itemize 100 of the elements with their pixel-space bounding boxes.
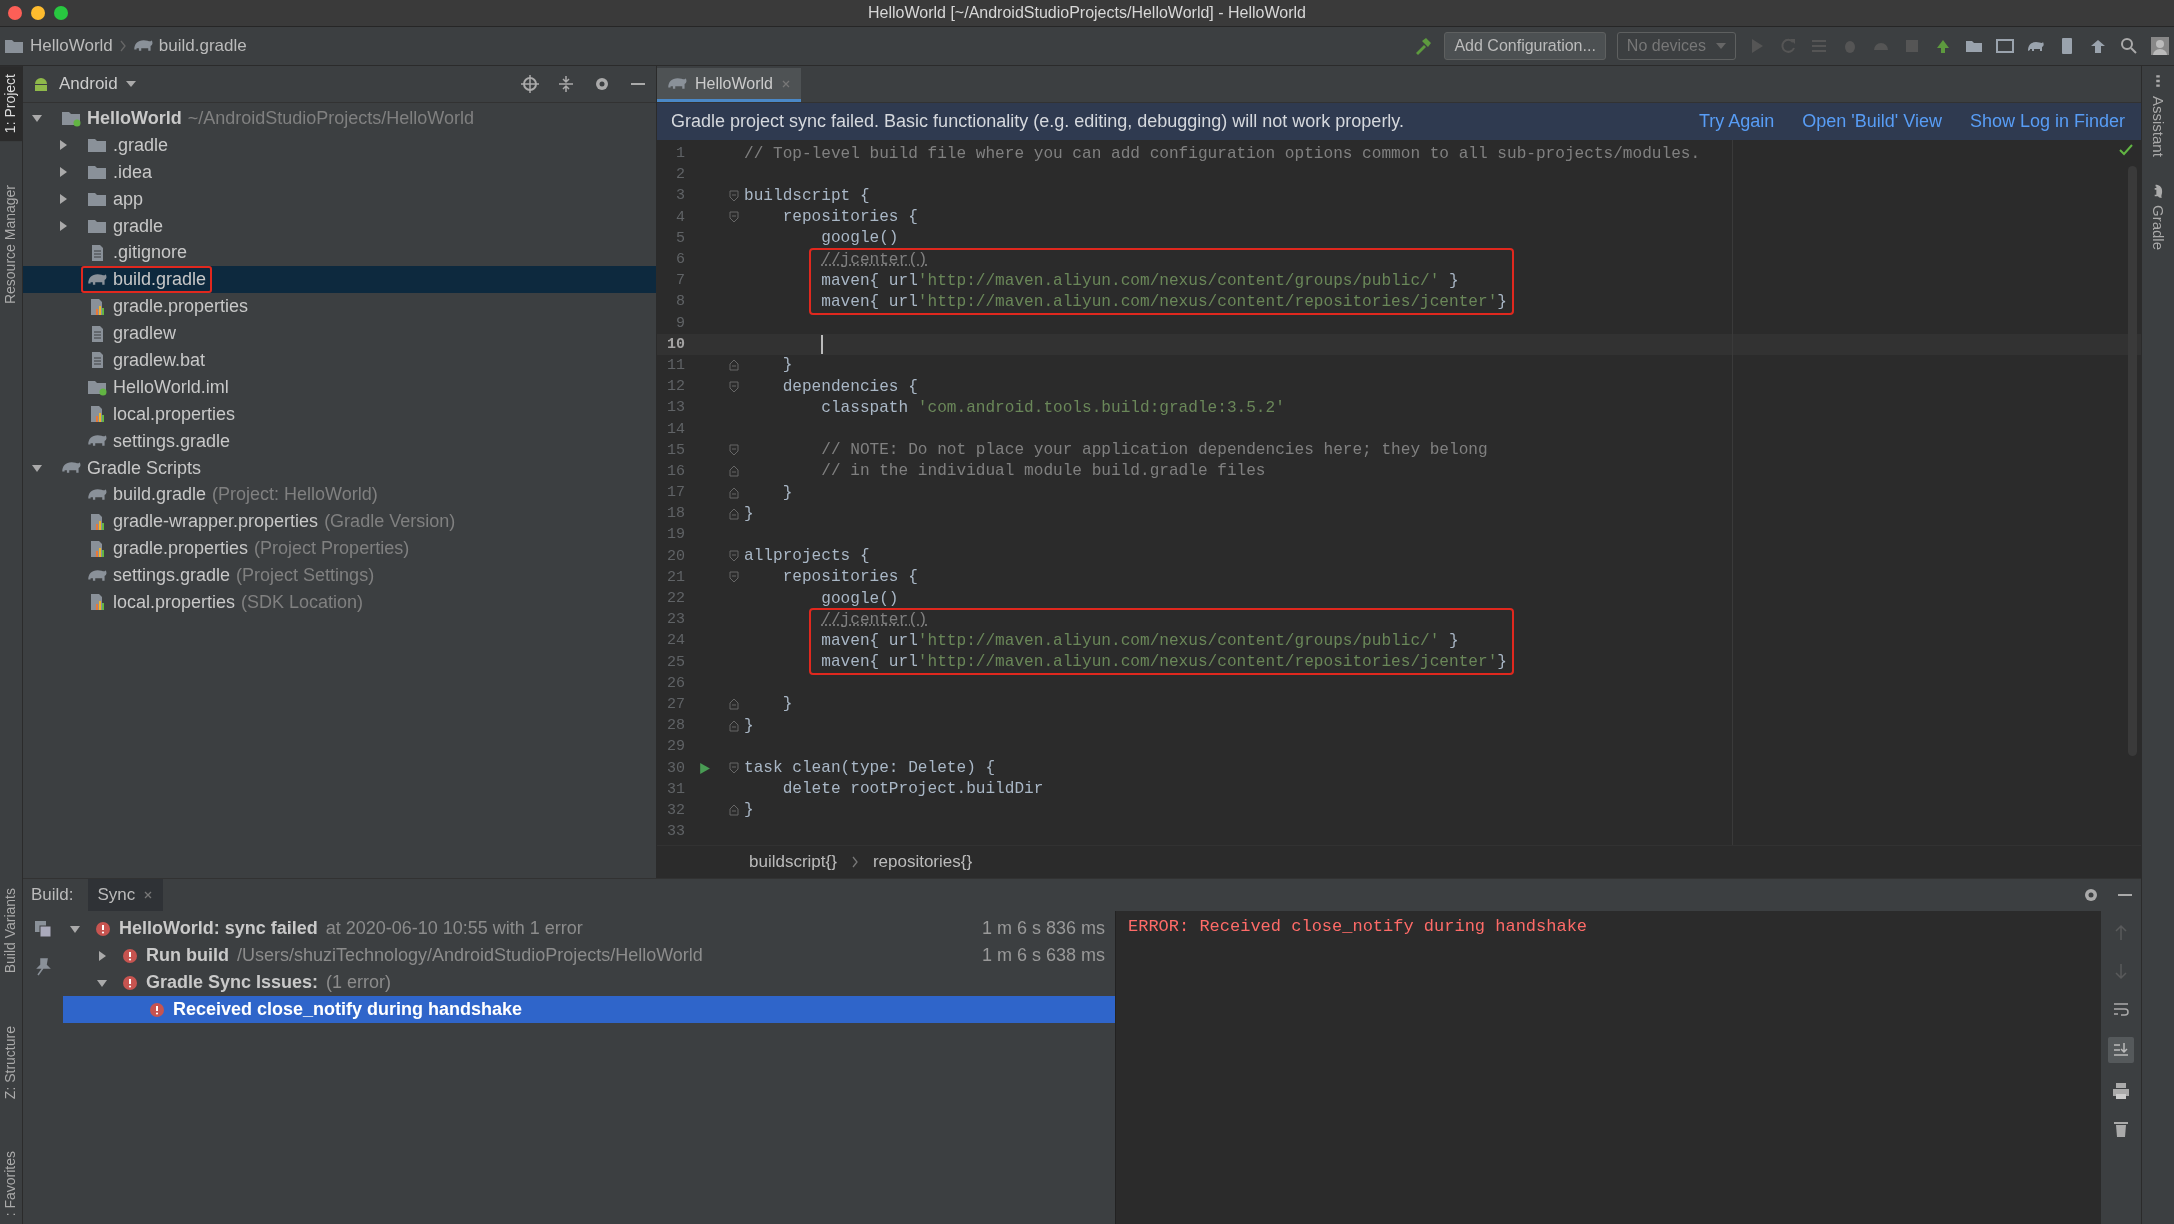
trash-icon[interactable] xyxy=(2111,1119,2131,1139)
line-number: 26 xyxy=(666,674,685,692)
build-tree-item[interactable]: Run build /Users/shuziTechnology/AndroidStudioProjects/HelloWorld 1 m 6 s 638 ms xyxy=(63,942,1115,969)
fold-icon[interactable] xyxy=(728,719,739,732)
fold-icon[interactable] xyxy=(728,380,739,393)
line-number: 25 xyxy=(666,653,685,671)
tool-window-tab[interactable]: Resource Manager xyxy=(0,177,22,313)
tree-item[interactable]: HelloWorld.iml xyxy=(23,373,656,401)
banner-message: Gradle project sync failed. Basic functionality (e.g. editing, debugging) will not work properly. xyxy=(671,111,1405,132)
item-label: .gitignore xyxy=(113,242,188,264)
build-tree-item[interactable]: Gradle Sync Issues: (1 error) xyxy=(63,969,1115,996)
breadcrumb-item[interactable]: HelloWorld xyxy=(4,36,113,56)
tree-item[interactable]: Gradle Scripts xyxy=(23,454,656,482)
elephant-icon xyxy=(87,487,107,502)
tree-item[interactable]: .gradle xyxy=(23,131,656,159)
breadcrumb-item[interactable]: repositories{} xyxy=(872,852,973,872)
item-label: build.gradle xyxy=(113,484,207,506)
tree-item[interactable]: build.gradle (Project: HelloWorld) xyxy=(23,481,656,509)
avatar-icon[interactable] xyxy=(2150,36,2170,56)
line-number: 7 xyxy=(675,272,685,290)
banner-link[interactable]: Show Log in Finder xyxy=(1969,111,2125,132)
fold-icon[interactable] xyxy=(728,762,739,775)
windows-icon[interactable] xyxy=(33,919,53,939)
item-label: gradle-wrapper.properties xyxy=(113,511,319,533)
tool-window-tab[interactable]: : Favorites xyxy=(0,1142,22,1224)
fold-icon[interactable] xyxy=(728,465,739,478)
fold-icon[interactable] xyxy=(728,211,739,224)
tree-item[interactable]: gradlew.bat xyxy=(23,347,656,374)
tree-item[interactable]: HelloWorld ~/AndroidStudioProjects/HelloWorld xyxy=(23,105,656,132)
expand-arrow-icon[interactable] xyxy=(31,462,43,474)
item-label: settings.gradle xyxy=(113,565,231,587)
fold-icon[interactable] xyxy=(728,486,739,499)
breadcrumb-item[interactable]: buildscript{} xyxy=(749,852,837,872)
panel-tab[interactable]: Sync xyxy=(87,879,164,911)
tree-item[interactable]: gradlew xyxy=(23,320,656,347)
tool-window-tab[interactable]: Assistant xyxy=(2149,70,2167,161)
tree-item[interactable]: .idea xyxy=(23,158,656,186)
tree-item[interactable]: settings.gradle (Project Settings) xyxy=(23,562,656,590)
banner-link[interactable]: Open 'Build' View xyxy=(1802,111,1942,132)
fold-icon[interactable] xyxy=(728,359,739,372)
collapse-icon[interactable] xyxy=(556,74,576,94)
fold-icon[interactable] xyxy=(728,189,739,202)
tree-item[interactable]: gradle xyxy=(23,212,656,240)
run-icon[interactable] xyxy=(697,761,711,775)
expand-arrow-icon[interactable] xyxy=(96,949,108,962)
item-label: HelloWorld: sync failed xyxy=(119,918,318,939)
elephant-icon xyxy=(132,39,153,53)
search-icon[interactable] xyxy=(2119,36,2139,56)
fold-icon[interactable] xyxy=(728,804,739,817)
pin-icon[interactable] xyxy=(33,957,53,977)
tree-item[interactable]: gradle.properties (Project Properties) xyxy=(23,535,656,563)
scroll-to-end-icon[interactable] xyxy=(2108,1037,2134,1063)
fold-icon[interactable] xyxy=(728,571,739,584)
fold-icon[interactable] xyxy=(728,550,739,563)
tree-item[interactable]: local.properties (SDK Location) xyxy=(23,589,656,616)
expand-arrow-icon[interactable] xyxy=(57,220,69,232)
item-label: Gradle Scripts xyxy=(87,457,202,479)
tree-item[interactable]: .gitignore xyxy=(23,239,656,267)
tree-item[interactable]: settings.gradle xyxy=(23,427,656,455)
expand-arrow-icon[interactable] xyxy=(57,193,69,206)
build-tree-item[interactable]: Received close_notify during handshake xyxy=(63,996,1115,1023)
expand-arrow-icon[interactable] xyxy=(57,166,69,179)
tool-window-tab[interactable]: Z: Structure xyxy=(0,1017,22,1107)
tool-window-tab[interactable]: Build Variants xyxy=(0,880,22,982)
tool-window-tab[interactable]: 1: Project xyxy=(0,66,22,142)
elephant-icon xyxy=(87,568,107,583)
line-number: 3 xyxy=(675,187,685,205)
tree-item[interactable]: local.properties xyxy=(23,400,656,428)
fold-icon[interactable] xyxy=(728,507,739,520)
banner-link[interactable]: Try Again xyxy=(1698,111,1775,132)
fold-icon[interactable] xyxy=(728,444,739,457)
line-number: 5 xyxy=(675,229,685,247)
target-icon[interactable] xyxy=(520,74,540,94)
code-line: allprojects { xyxy=(744,547,870,566)
view-dropdown[interactable]: Android xyxy=(31,74,136,94)
expand-arrow-icon[interactable] xyxy=(57,139,69,152)
breadcrumb-item[interactable]: build.gradle xyxy=(132,36,247,56)
tree-item[interactable]: gradle-wrapper.properties (Gradle Version) xyxy=(23,508,656,536)
module-folder-icon xyxy=(87,378,107,397)
fold-icon[interactable] xyxy=(728,698,739,711)
item-hint: (Project Properties) xyxy=(254,538,410,560)
tree-item[interactable]: app xyxy=(23,185,656,213)
print-icon[interactable] xyxy=(2111,1081,2131,1101)
add-configuration-button[interactable]: Add Configuration... xyxy=(1444,32,1606,60)
window-icon[interactable] xyxy=(1995,36,2015,56)
close-window-button[interactable] xyxy=(8,6,22,20)
item-label: Run build xyxy=(146,945,229,966)
close-icon[interactable] xyxy=(143,890,154,900)
tree-item[interactable]: build.gradle xyxy=(23,266,656,294)
item-label: gradlew xyxy=(113,323,177,345)
console-error-text: ERROR: Received close_notify during handshake xyxy=(1128,917,1588,936)
minimize-window-button[interactable] xyxy=(31,6,45,20)
elephant-icon xyxy=(87,434,107,449)
build-tree-item[interactable]: HelloWorld: sync failed at 2020-06-10 10:55 with 1 error 1 m 6 s 836 ms xyxy=(63,915,1115,942)
editor-tab[interactable]: HelloWorld xyxy=(657,68,801,102)
line-number: 6 xyxy=(675,251,685,269)
tree-item[interactable]: gradle.properties xyxy=(23,293,656,321)
item-label: .gradle xyxy=(113,134,169,156)
zoom-window-button[interactable] xyxy=(54,6,68,20)
tool-window-tab[interactable]: Gradle xyxy=(2149,180,2167,254)
